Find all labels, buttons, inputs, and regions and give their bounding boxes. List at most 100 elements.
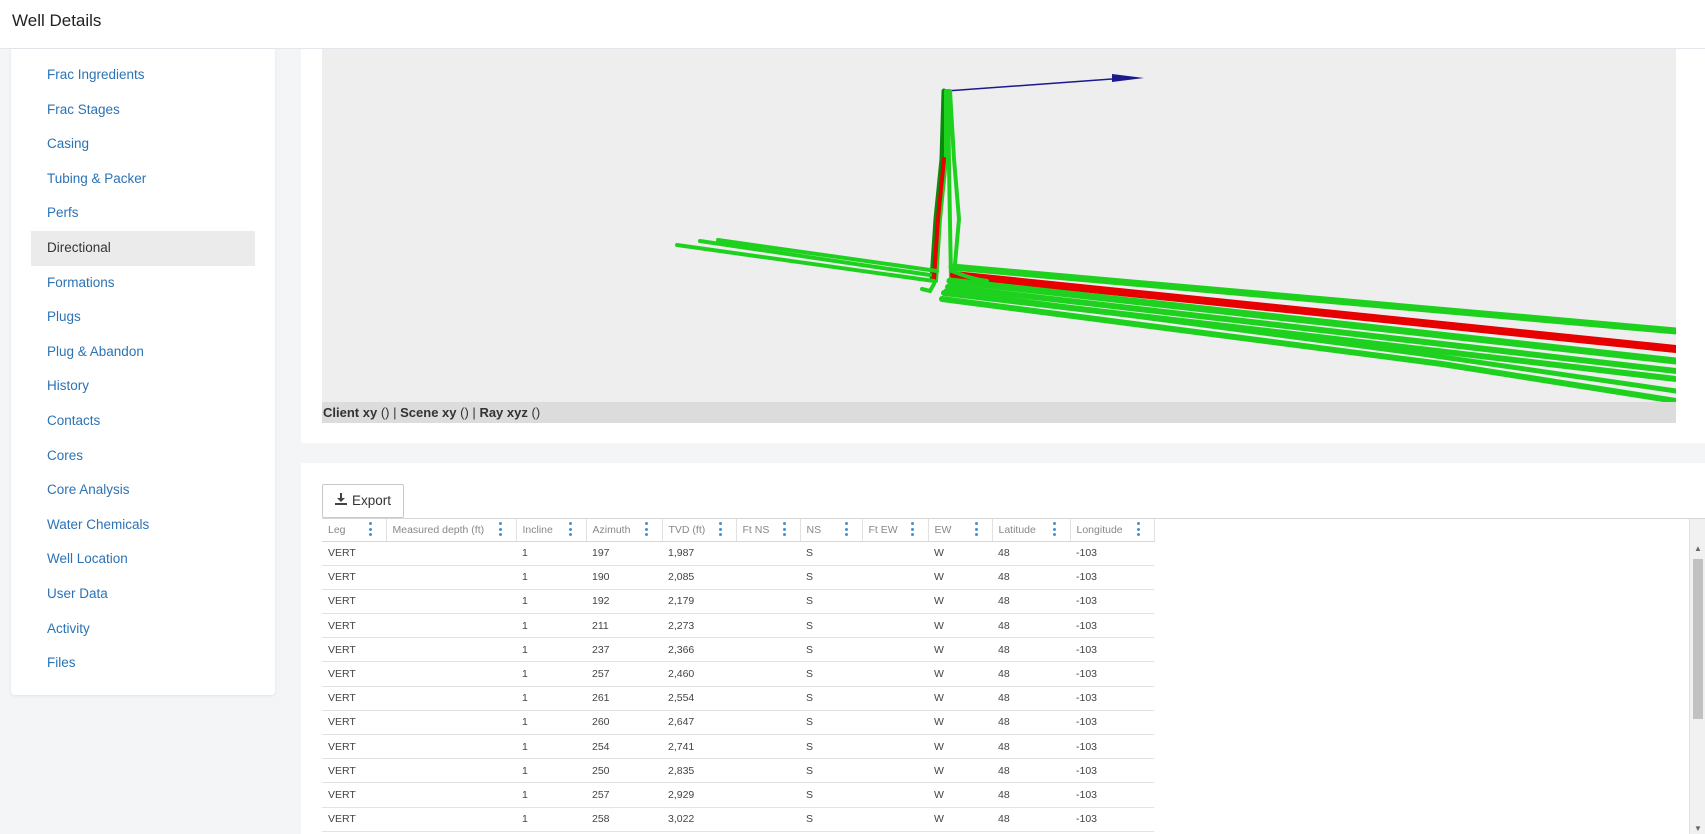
table-cell	[862, 734, 928, 760]
sidebar-item-formations[interactable]: Formations	[31, 266, 255, 301]
table-cell	[386, 661, 516, 687]
well-3d-viewer[interactable]: Client xy () | Scene xy () | Ray xyz ()	[322, 49, 1676, 423]
table-cell: 258	[586, 807, 662, 832]
table-cell: 211	[586, 613, 662, 639]
sidebar-item-core-analysis[interactable]: Core Analysis	[31, 473, 255, 508]
table-row[interactable]: VERT 1 250 2,835 S W 48 -103	[322, 758, 1154, 784]
directional-table: Leg Measured depth (ft) Incline Azimuth TVD …	[322, 519, 1155, 832]
sidebar-item-user-data[interactable]: User Data	[31, 577, 255, 612]
table-row[interactable]: VERT 1 211 2,273 S W 48 -103	[322, 613, 1154, 639]
column-menu-icon[interactable]	[782, 522, 786, 536]
client-xy-label: Client xy	[323, 405, 378, 420]
sidebar-item-cores[interactable]: Cores	[31, 439, 255, 474]
column-menu-icon[interactable]	[368, 522, 372, 536]
table-cell: 2,929	[662, 782, 736, 808]
wellbore-scene[interactable]	[322, 49, 1676, 402]
column-menu-icon[interactable]	[568, 522, 572, 536]
table-cell: S	[800, 613, 862, 639]
column-header[interactable]: NS	[800, 519, 863, 542]
table-row[interactable]: VERT 1 254 2,741 S W 48 -103	[322, 734, 1154, 760]
table-row[interactable]: VERT 1 261 2,554 S W 48 -103	[322, 686, 1154, 711]
table-cell: VERT	[322, 661, 386, 687]
sidebar-item-plug-abandon[interactable]: Plug & Abandon	[31, 335, 255, 370]
column-header[interactable]: Azimuth	[586, 519, 663, 542]
sidebar-item-files[interactable]: Files	[31, 646, 255, 681]
sidebar-item-frac-stages[interactable]: Frac Stages	[31, 93, 255, 128]
column-menu-icon[interactable]	[644, 522, 648, 536]
table-cell	[736, 589, 800, 615]
column-header[interactable]: Latitude	[992, 519, 1071, 542]
directional-grid: Leg Measured depth (ft) Incline Azimuth TVD …	[322, 518, 1705, 834]
table-cell: 48	[992, 758, 1070, 784]
directional-3d-panel: Client xy () | Scene xy () | Ray xyz ()	[301, 49, 1705, 443]
column-header[interactable]: EW	[928, 519, 993, 542]
scene-xy-value: ()	[460, 405, 469, 420]
table-row[interactable]: VERT 1 197 1,987 S W 48 -103	[322, 541, 1154, 566]
table-cell: 2,741	[662, 734, 736, 760]
table-cell: 257	[586, 782, 662, 808]
sidebar-item-activity[interactable]: Activity	[31, 612, 255, 647]
table-cell: 1	[516, 710, 586, 736]
sidebar-item-history[interactable]: History	[31, 369, 255, 404]
vertical-scrollbar[interactable]: ▲ ▼	[1689, 519, 1705, 834]
table-row[interactable]: VERT 1 190 2,085 S W 48 -103	[322, 565, 1154, 590]
scroll-down-icon[interactable]: ▼	[1693, 824, 1703, 833]
sidebar-item-contacts[interactable]: Contacts	[31, 404, 255, 439]
sidebar-item-plugs[interactable]: Plugs	[31, 300, 255, 335]
sidebar-item-casing[interactable]: Casing	[31, 127, 255, 162]
column-header[interactable]: Longitude	[1070, 519, 1155, 542]
column-menu-icon[interactable]	[498, 522, 502, 536]
table-cell	[386, 807, 516, 832]
column-header[interactable]: Incline	[516, 519, 587, 542]
table-row[interactable]: VERT 1 237 2,366 S W 48 -103	[322, 637, 1154, 663]
table-cell: 48	[992, 686, 1070, 711]
column-header[interactable]: Measured depth (ft)	[386, 519, 517, 542]
export-button[interactable]: Export	[322, 484, 404, 518]
column-header[interactable]: Ft EW	[862, 519, 929, 542]
table-row[interactable]: VERT 1 257 2,929 S W 48 -103	[322, 782, 1154, 808]
table-cell	[862, 686, 928, 711]
table-cell: 257	[586, 661, 662, 687]
table-cell: S	[800, 686, 862, 711]
column-header[interactable]: Leg	[322, 519, 387, 542]
table-cell: VERT	[322, 782, 386, 808]
table-cell: VERT	[322, 637, 386, 663]
table-cell	[862, 758, 928, 784]
table-cell	[736, 782, 800, 808]
table-cell: 1	[516, 782, 586, 808]
table-cell: VERT	[322, 613, 386, 639]
table-cell	[736, 613, 800, 639]
column-menu-icon[interactable]	[974, 522, 978, 536]
sidebar-item-water-chemicals[interactable]: Water Chemicals	[31, 508, 255, 543]
column-menu-icon[interactable]	[844, 522, 848, 536]
column-menu-icon[interactable]	[718, 522, 722, 536]
sidebar-item-directional[interactable]: Directional	[31, 230, 255, 266]
sidebar-item-frac-ingredients[interactable]: Frac Ingredients	[31, 58, 255, 93]
sidebar-item-perfs[interactable]: Perfs	[31, 196, 255, 231]
table-row[interactable]: VERT 1 260 2,647 S W 48 -103	[322, 710, 1154, 736]
table-cell: 1	[516, 637, 586, 663]
table-cell: W	[928, 637, 992, 663]
table-cell: -103	[1070, 541, 1154, 566]
table-row[interactable]: VERT 1 257 2,460 S W 48 -103	[322, 661, 1154, 687]
table-cell: S	[800, 637, 862, 663]
scrollbar-thumb[interactable]	[1693, 559, 1703, 719]
table-row[interactable]: VERT 1 192 2,179 S W 48 -103	[322, 589, 1154, 615]
table-cell: 2,179	[662, 589, 736, 615]
column-header[interactable]: TVD (ft)	[662, 519, 737, 542]
table-cell	[386, 686, 516, 711]
sidebar-item-tubing-packer[interactable]: Tubing & Packer	[31, 162, 255, 197]
column-menu-icon[interactable]	[910, 522, 914, 536]
table-cell: S	[800, 710, 862, 736]
column-menu-icon[interactable]	[1136, 522, 1140, 536]
scroll-up-icon[interactable]: ▲	[1693, 544, 1703, 553]
column-menu-icon[interactable]	[1052, 522, 1056, 536]
table-cell	[386, 782, 516, 808]
column-header[interactable]: Ft NS	[736, 519, 801, 542]
table-cell: S	[800, 734, 862, 760]
table-cell	[386, 734, 516, 760]
table-row[interactable]: VERT 1 258 3,022 S W 48 -103	[322, 807, 1154, 832]
table-cell: -103	[1070, 565, 1154, 590]
sidebar-item-well-location[interactable]: Well Location	[31, 542, 255, 577]
table-cell: 3,022	[662, 807, 736, 832]
